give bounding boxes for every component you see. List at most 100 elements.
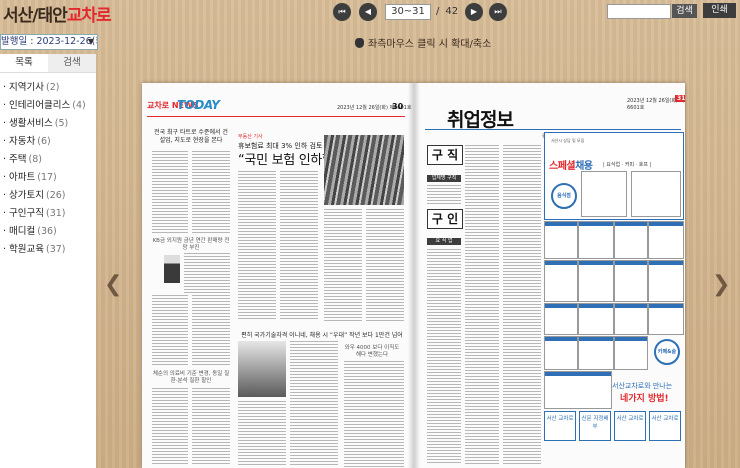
prev-page-button[interactable]: ◀ — [359, 3, 377, 21]
category-item[interactable]: · 상가토지 (26) — [0, 187, 96, 205]
left-page-number: 30 — [392, 102, 404, 111]
classified-text — [427, 249, 461, 465]
prev-page-icon: ◀ — [364, 7, 372, 16]
ad-box[interactable] — [578, 260, 614, 302]
ad-box[interactable] — [578, 303, 614, 335]
ad-box[interactable] — [648, 221, 684, 259]
page-number-input[interactable]: 30~31 — [385, 4, 431, 20]
category-label: · 자동차 — [3, 136, 36, 147]
last-page-button[interactable]: ⏭ — [489, 3, 507, 21]
category-item[interactable]: · 주택 (8) — [0, 151, 96, 169]
article3-headline: 와우 4000 보다 이직도 해다 변했는다 — [344, 345, 400, 358]
category-count: (26) — [46, 190, 66, 201]
text-column — [238, 171, 276, 321]
sidebar: 목록 검색 · 지역기사 (2) · 인테리어클리스 (4) · 생활서비스 (5) … — [0, 54, 96, 468]
text-column — [280, 171, 318, 321]
promo-box[interactable]: 서산 교차로 — [544, 411, 576, 441]
site-logo[interactable]: 서산/태안교차로 — [3, 1, 112, 26]
category-count: (4) — [72, 100, 86, 111]
category-label: · 매디컬 — [3, 226, 36, 237]
ad-box-header — [579, 222, 613, 226]
page-separator: / — [436, 6, 440, 17]
ad-box[interactable] — [544, 260, 578, 302]
ad-box-header — [615, 222, 647, 226]
category-count: (17) — [37, 172, 57, 183]
ad-box[interactable] — [544, 336, 578, 370]
issue-date-label: 발행일 : 2023-12-26(화) — [1, 36, 98, 47]
text-column — [152, 295, 188, 365]
category-count: (36) — [37, 226, 57, 237]
search-input[interactable] — [607, 4, 671, 19]
category-label: · 상가토지 — [3, 190, 44, 201]
category-item[interactable]: · 매디컬 (36) — [0, 223, 96, 241]
ad-box[interactable] — [614, 303, 648, 335]
tab-search[interactable]: 검색 — [48, 54, 96, 72]
ad-box[interactable] — [648, 303, 684, 335]
category-item[interactable]: · 인테리어클리스 (4) — [0, 97, 96, 115]
ad-box-header — [545, 261, 577, 265]
ad-title-red: 스페셜 — [549, 161, 576, 172]
special-hiring-ad[interactable]: 서산시 상담 및 모집 스페셜채용 | 요식업 · 커피 · 호프 | 음식점 — [544, 132, 684, 220]
ad-box[interactable] — [544, 303, 578, 335]
first-page-button[interactable]: ⏮ — [333, 3, 351, 21]
promo-box[interactable]: 서산 교차로 — [649, 411, 681, 441]
article-label: 부동산 기사 — [238, 134, 263, 140]
last-page-icon: ⏭ — [494, 7, 502, 16]
page-total-count: 42 — [445, 6, 459, 17]
classified-text — [465, 145, 499, 465]
ad-box[interactable] — [578, 336, 614, 370]
ad-title: 스페셜채용 — [549, 157, 593, 172]
issue-date-select[interactable]: 발행일 : 2023-12-26(화) ▼ — [0, 34, 98, 50]
ad-box[interactable] — [614, 221, 648, 259]
mouse-icon — [355, 38, 364, 48]
category-list: · 지역기사 (2) · 인테리어클리스 (4) · 생활서비스 (5) · 자동차(… — [0, 79, 96, 259]
text-column — [366, 209, 404, 321]
ad-box[interactable] — [544, 371, 612, 409]
classified-text — [503, 145, 541, 465]
ad-box[interactable] — [578, 221, 614, 259]
ad-box[interactable] — [648, 260, 684, 302]
sidebar-tabs: 목록 검색 — [0, 54, 96, 73]
page-spine — [408, 83, 420, 468]
promo-box[interactable]: 신문 지정배부 — [579, 411, 611, 441]
category-item[interactable]: · 자동차 (6) — [0, 133, 96, 151]
category-item[interactable]: · 지역기사 (2) — [0, 79, 96, 97]
ad-top-text: 서산시 상담 및 모집 — [551, 138, 585, 143]
ad-box-header — [615, 337, 647, 341]
category-label: · 주택 — [3, 154, 27, 165]
ad-box[interactable] — [614, 260, 648, 302]
next-page-button[interactable]: ▶ — [465, 3, 483, 21]
news-section-title: TODAY — [177, 98, 220, 112]
zoom-hint-text: 좌측마우스 클릭 시 확대/축소 — [368, 39, 492, 50]
category-item[interactable]: · 생활서비스 (5) — [0, 115, 96, 133]
next-spread-arrow-icon[interactable]: ❯ — [712, 272, 730, 297]
text-column — [192, 295, 230, 365]
section-bar-food: 요 식 업 — [427, 238, 461, 245]
prev-spread-arrow-icon[interactable]: ❮ — [104, 272, 122, 297]
category-label: · 생활서비스 — [3, 118, 53, 129]
ad-box-header — [615, 304, 647, 308]
category-label: · 아파트 — [3, 172, 36, 183]
category-item[interactable]: · 아파트 (17) — [0, 169, 96, 187]
category-item[interactable]: · 구인구직 (31) — [0, 205, 96, 223]
search-button[interactable]: 검색 — [672, 4, 697, 18]
newspaper-spread[interactable]: 교차로 NEWS TODAY 2023년 12월 26일(화) 제6601호 3… — [142, 83, 685, 468]
ad-box[interactable] — [544, 221, 578, 259]
text-column — [184, 253, 230, 293]
ad-box-header — [545, 337, 577, 341]
article-photo — [164, 255, 180, 283]
category-count: (37) — [46, 244, 66, 255]
category-count: (6) — [37, 136, 51, 147]
ad-box — [581, 171, 627, 217]
text-column — [192, 151, 230, 233]
print-button[interactable]: 인쇄 — [703, 3, 736, 18]
ad-box — [631, 171, 681, 217]
category-label: · 학원교육 — [3, 244, 44, 255]
promo-box[interactable]: 서산 교차로 — [614, 411, 646, 441]
next-page-icon: ▶ — [470, 7, 478, 16]
category-item[interactable]: · 학원교육 (37) — [0, 241, 96, 259]
tab-list[interactable]: 목록 — [0, 54, 48, 72]
ad-box-header — [615, 261, 647, 265]
ad-box-header — [649, 304, 683, 308]
ad-box[interactable] — [614, 336, 648, 370]
